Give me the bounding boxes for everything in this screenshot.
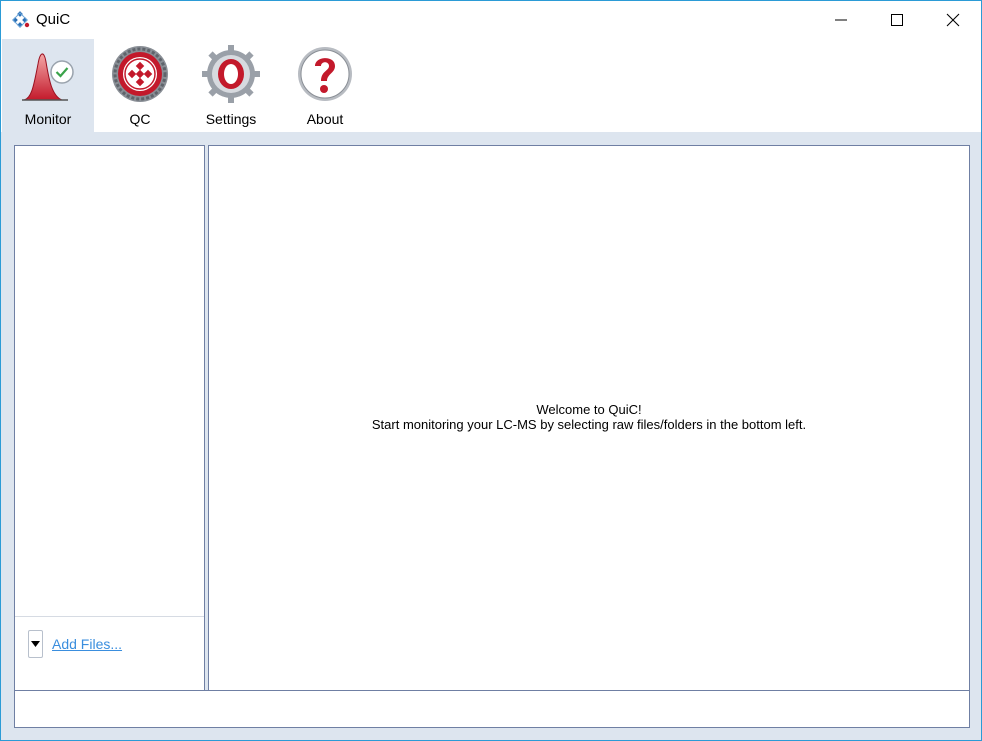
tab-settings-label: Settings — [205, 111, 257, 127]
maximize-button[interactable] — [869, 1, 925, 39]
maximize-icon — [891, 14, 903, 26]
quic-logo-icon — [12, 11, 30, 28]
add-options-dropdown[interactable] — [28, 630, 43, 658]
welcome-message: Welcome to QuiC! Start monitoring your L… — [209, 402, 969, 432]
tab-settings[interactable]: Settings — [185, 39, 277, 132]
welcome-title: Welcome to QuiC! — [536, 402, 642, 417]
close-icon — [946, 13, 960, 27]
monitor-peak-icon — [22, 53, 74, 101]
minimize-button[interactable] — [813, 1, 869, 39]
file-list[interactable] — [15, 146, 204, 616]
tab-qc[interactable]: QC — [94, 39, 186, 132]
ribbon-toolbar: Monitor QC Settings About — [1, 39, 981, 132]
status-bar — [14, 690, 970, 728]
tab-qc-label: QC — [129, 111, 151, 127]
file-panel: Add Files... — [14, 145, 205, 691]
close-button[interactable] — [925, 1, 981, 39]
qc-seal-icon — [112, 46, 168, 102]
help-question-icon — [298, 47, 352, 101]
content-area: Add Files... Welcome to QuiC! Start moni… — [1, 132, 981, 740]
title-bar[interactable]: QuiC — [1, 1, 981, 39]
file-panel-footer: Add Files... — [15, 616, 204, 690]
welcome-instructions: Start monitoring your LC-MS by selecting… — [371, 417, 807, 432]
caret-down-icon — [31, 641, 40, 647]
main-panel: Welcome to QuiC! Start monitoring your L… — [208, 145, 970, 691]
tab-about-label: About — [306, 111, 344, 127]
tab-monitor[interactable]: Monitor — [2, 39, 94, 132]
add-files-link[interactable]: Add Files... — [52, 636, 122, 652]
minimize-icon — [835, 19, 847, 21]
settings-gear-icon — [202, 45, 260, 103]
tab-monitor-label: Monitor — [24, 111, 72, 127]
tab-about[interactable]: About — [279, 39, 371, 132]
window-title: QuiC — [36, 11, 71, 28]
app-window: QuiC Monitor QC Settings About Add Files… — [0, 0, 982, 741]
